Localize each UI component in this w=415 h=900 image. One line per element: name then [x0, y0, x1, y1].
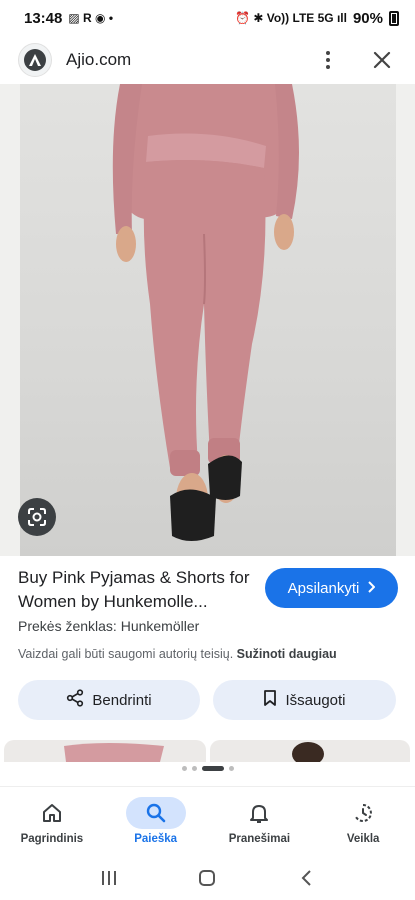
- pager-dot: [191, 766, 197, 771]
- share-button[interactable]: Bendrinti: [18, 680, 200, 720]
- status-right: ⏰ ✱ Vo)) LTE 5G ıll 90%: [235, 10, 399, 27]
- signal-icons: ⏰ ✱ Vo)) LTE 5G ıll: [235, 11, 347, 25]
- lens-icon: [28, 508, 46, 526]
- bookmark-icon: [263, 689, 277, 711]
- result-title[interactable]: Buy Pink Pyjamas & Shorts for Women by H…: [18, 566, 250, 614]
- bottom-navigation: Pagrindinis Paieška Pranešimai Veikla: [0, 786, 415, 856]
- status-time: 13:48: [24, 9, 63, 27]
- nav-item-notifications[interactable]: Pranešimai: [208, 787, 312, 856]
- nav-item-search[interactable]: Paieška: [104, 787, 208, 856]
- search-icon: [125, 797, 186, 829]
- bell-icon: [229, 797, 289, 829]
- battery-percent: 90%: [352, 9, 383, 27]
- system-navigation-bar: [0, 856, 415, 900]
- nav-item-home[interactable]: Pagrindinis: [0, 787, 104, 856]
- chevron-right-icon: [367, 580, 376, 597]
- ajio-logo-icon: [24, 49, 46, 71]
- back-icon[interactable]: [286, 863, 326, 893]
- battery-icon: [389, 10, 399, 26]
- copyright-notice: Vaizdai gali būti saugomi autorių teisių…: [18, 647, 337, 661]
- google-lens-button[interactable]: [18, 498, 56, 536]
- product-image-area[interactable]: [0, 84, 415, 556]
- copyright-text: Vaizdai gali būti saugomi autorių teisių…: [18, 647, 234, 661]
- status-left: 13:48 ▨ R ◉ •: [24, 10, 113, 27]
- site-title: Ajio.com: [66, 50, 132, 69]
- url-bar: Ajio.com: [0, 36, 415, 84]
- nav-label: Pagrindinis: [20, 833, 84, 845]
- activity-icon: [333, 797, 393, 829]
- home-button-icon[interactable]: [187, 863, 227, 893]
- home-icon: [22, 797, 82, 829]
- close-icon[interactable]: [367, 45, 397, 75]
- related-results-strip: [0, 740, 415, 762]
- pager-dot: [181, 766, 187, 771]
- related-thumbnail[interactable]: [4, 740, 206, 762]
- site-favicon: [18, 43, 52, 77]
- related-thumbnail[interactable]: [210, 740, 410, 762]
- visit-button[interactable]: Apsilankyti: [265, 568, 398, 608]
- notification-icons: ▨ R ◉ •: [68, 11, 114, 25]
- visit-button-label: Apsilankyti: [287, 579, 360, 597]
- pager-dot: [228, 766, 234, 771]
- nav-label: Veikla: [346, 833, 380, 845]
- nav-label: Paieška: [134, 833, 178, 845]
- nav-item-activity[interactable]: Veikla: [311, 787, 415, 856]
- learn-more-link[interactable]: Sužinoti daugiau: [237, 647, 337, 661]
- recent-apps-icon[interactable]: [89, 863, 129, 893]
- brand-label: Prekės ženklas: Hunkemöller: [18, 618, 200, 634]
- product-photo: [20, 84, 396, 556]
- nav-label: Pranešimai: [228, 833, 291, 845]
- share-icon: [66, 689, 84, 711]
- more-options-icon[interactable]: [313, 45, 343, 75]
- share-button-label: Bendrinti: [92, 691, 152, 709]
- status-bar: 13:48 ▨ R ◉ • ⏰ ✱ Vo)) LTE 5G ıll 90%: [0, 0, 415, 36]
- carousel-pager: [0, 766, 415, 771]
- pager-dot-active: [201, 766, 224, 771]
- save-button-label: Išsaugoti: [285, 691, 346, 709]
- save-button[interactable]: Išsaugoti: [213, 680, 396, 720]
